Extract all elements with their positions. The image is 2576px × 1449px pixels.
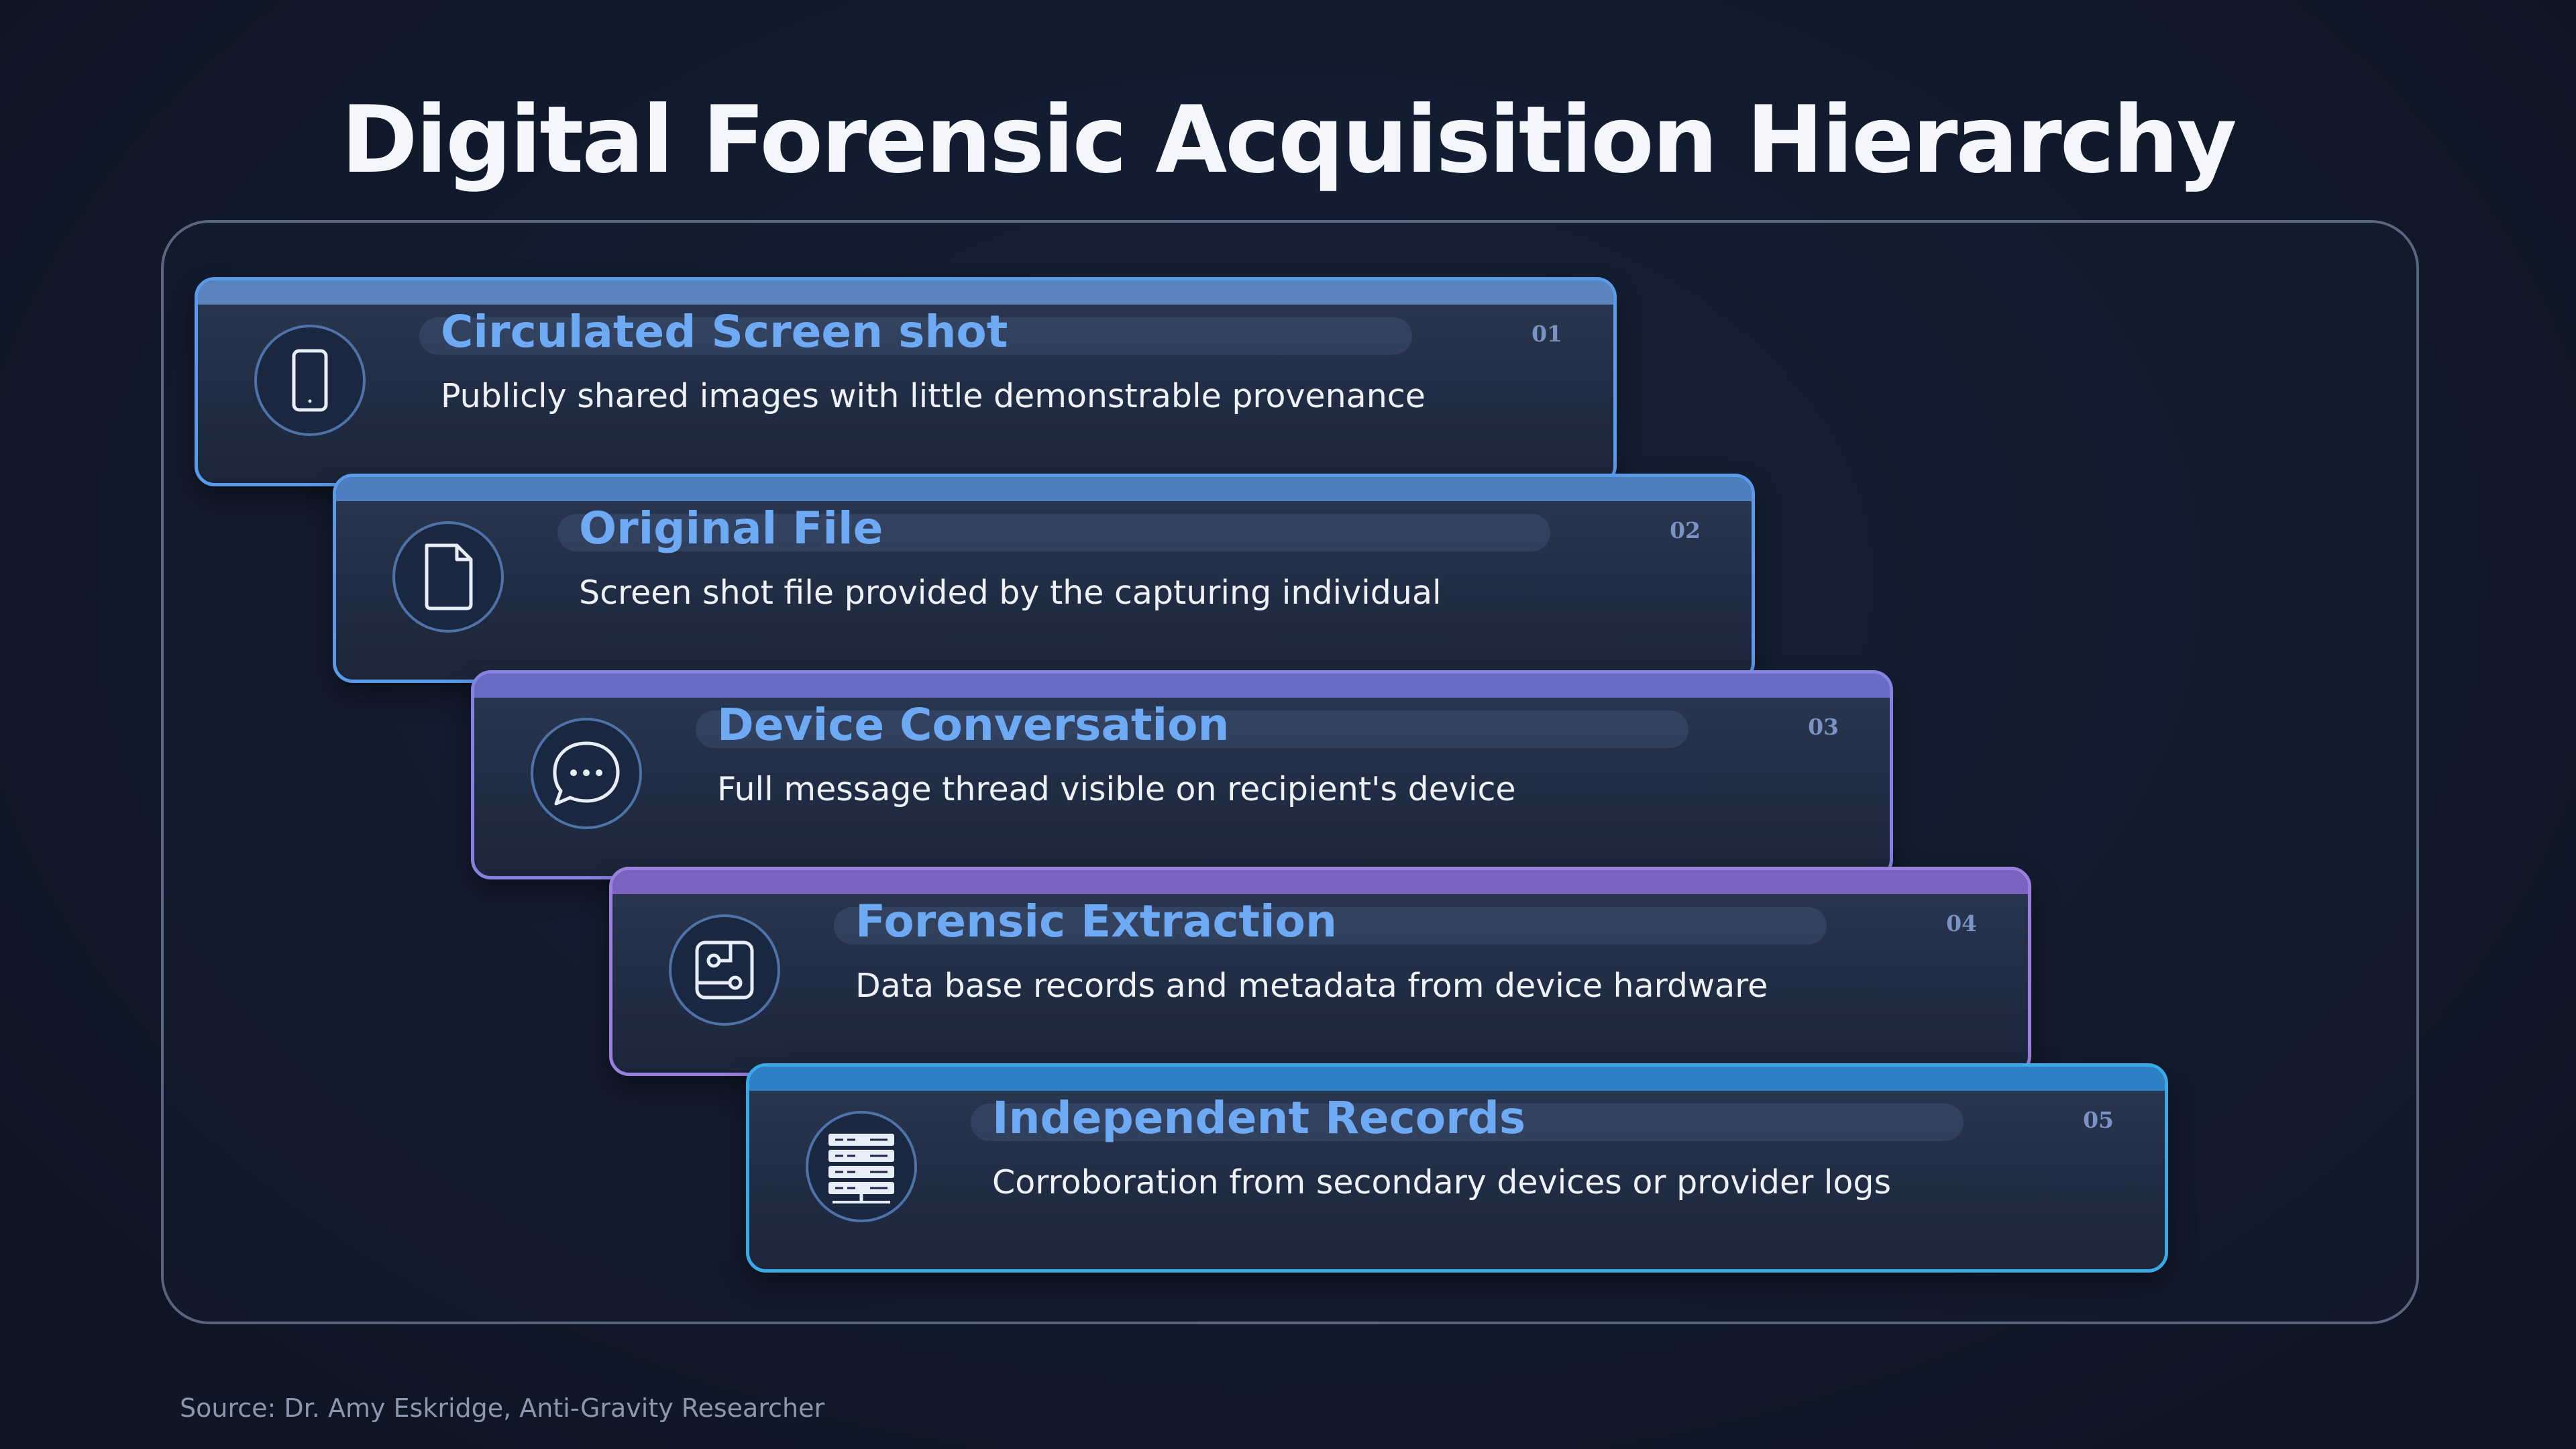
source-citation: Source: Dr. Amy Eskridge, Anti-Gravity R… [180,1393,825,1423]
level-description: Full message thread visible on recipient… [717,770,1516,808]
level-card-1: Circulated Screen shot Publicly shared i… [195,277,1617,486]
level-description: Data base records and metadata from devi… [855,967,1768,1005]
level-card-5: Independent Records Corroboration from s… [746,1063,2168,1273]
card-top-bar [612,870,2028,894]
level-description: Screen shot file provided by the capturi… [579,574,1442,612]
level-description: Publicly shared images with little demon… [441,377,1426,415]
level-number: 01 [1532,321,1562,347]
level-title: Original File [579,502,883,554]
document-icon [392,521,504,633]
card-top-bar [749,1067,2165,1091]
page-title: Digital Forensic Acquisition Hierarchy [341,86,2237,194]
level-title: Independent Records [992,1092,1526,1144]
level-card-4: Forensic Extraction Data base records an… [609,867,2031,1076]
level-title: Device Conversation [717,699,1230,751]
card-top-bar [336,477,1752,501]
level-card-3: Device Conversation Full message thread … [471,670,1893,879]
chat-bubble-icon [531,718,642,829]
level-number: 05 [2083,1107,2114,1133]
level-card-2: Original File Screen shot file provided … [333,474,1755,683]
circuit-chip-icon [669,914,780,1026]
level-title: Forensic Extraction [855,896,1337,947]
level-number: 04 [1946,910,1977,936]
phone-icon [254,325,366,436]
level-title: Circulated Screen shot [441,306,1008,358]
level-number: 02 [1670,517,1701,543]
card-top-bar [198,280,1613,305]
level-description: Corroboration from secondary devices or … [992,1163,1892,1201]
level-number: 03 [1808,714,1839,740]
server-rack-icon [806,1111,917,1222]
card-top-bar [474,674,1890,698]
